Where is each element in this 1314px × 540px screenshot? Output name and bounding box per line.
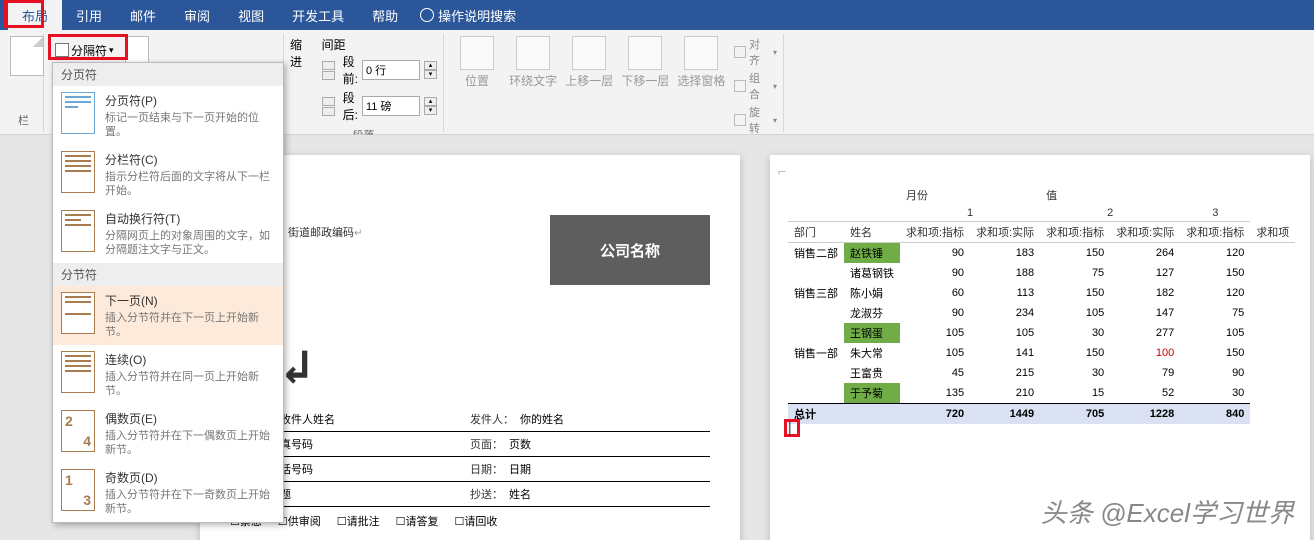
continuous-icon — [61, 351, 95, 393]
position-button[interactable]: 位置 — [450, 36, 504, 89]
dd-next-page[interactable]: 下一页(N)插入分节符并在下一页上开始新节。 — [53, 286, 283, 345]
page-2: ⌐ 月份值 123 部门姓名求和项:指标求和项:实际求和项:指标求和项:实际求和… — [770, 155, 1310, 540]
text-wrap-icon — [61, 210, 95, 252]
even-page-icon: 24 — [61, 410, 95, 452]
text-cursor: | — [788, 419, 792, 435]
dd-even-page[interactable]: 24 偶数页(E)插入分节符并在下一偶数页上开始新节。 — [53, 404, 283, 463]
bring-forward-button[interactable]: 上移一层 — [562, 36, 616, 89]
table-row: 于予菊135210155230 — [788, 383, 1295, 404]
position-icon — [460, 36, 494, 70]
table-row: 王富贵45215307990 — [788, 363, 1295, 383]
table-row: 诸葛钢铁9018875127150 — [788, 263, 1295, 283]
selection-pane-button[interactable]: 选择窗格 — [674, 36, 728, 89]
tell-me-search[interactable]: 操作说明搜索 — [420, 6, 516, 25]
align-button[interactable]: 对齐▾ — [734, 36, 777, 68]
rotate-icon — [734, 114, 746, 126]
dd-odd-page[interactable]: 13 奇数页(D)插入分节符并在下一奇数页上开始新节。 — [53, 463, 283, 522]
indent-label: 缩进 — [290, 38, 302, 69]
checkbox-row: ☐紧急 ☐供审阅 ☐请批注 ☐请答复 ☐请回收 — [230, 507, 710, 535]
dd-section-sectionbreaks: 分节符 — [53, 263, 283, 286]
space-before-input[interactable] — [362, 60, 420, 80]
crop-mark: ⌐ — [778, 163, 786, 179]
spacing-label: 间距 — [322, 38, 346, 52]
next-page-icon — [61, 292, 95, 334]
tab-help[interactable]: 帮助 — [358, 0, 412, 31]
fax-fields: 收件人：收件人姓名发件人：你的姓名 传真：传真号码页面：页数 电话：电话号码日期… — [230, 407, 710, 507]
wrap-icon — [516, 36, 550, 70]
dd-section-pagebreaks: 分页符 — [53, 63, 283, 86]
dd-page-break[interactable]: 分页符(P)标记一页结束与下一页开始的位置。 — [53, 86, 283, 145]
columns-icon[interactable] — [10, 36, 44, 76]
spin-up[interactable]: ▴ — [424, 61, 437, 70]
dd-continuous[interactable]: 连续(O)插入分节符并在同一页上开始新节。 — [53, 345, 283, 404]
dd-text-wrapping[interactable]: 自动换行符(T)分隔网页上的对象周围的文字，如分隔题注文字与正文。 — [53, 204, 283, 263]
space-before-label: 段前: — [343, 53, 358, 87]
line-numbers-icon[interactable] — [125, 36, 149, 64]
backward-icon — [628, 36, 662, 70]
space-after-label: 段后: — [343, 89, 358, 123]
align-icon — [734, 46, 746, 58]
fax-title: 真↲ — [230, 327, 710, 397]
table-total-row: 总计72014497051228840 — [788, 404, 1295, 425]
ribbon-tabs: 布局 引用 邮件 审阅 视图 开发工具 帮助 操作说明搜索 — [0, 0, 1314, 30]
column-break-icon — [61, 151, 95, 193]
forward-icon — [572, 36, 606, 70]
send-backward-button[interactable]: 下移一层 — [618, 36, 672, 89]
company-name-box: 公司名称 — [550, 215, 710, 285]
spin-up[interactable]: ▴ — [424, 97, 437, 106]
table-row: 销售一部朱大常105141150100150 — [788, 343, 1295, 363]
spin-down[interactable]: ▾ — [424, 70, 437, 79]
selection-icon — [684, 36, 718, 70]
wrap-text-button[interactable]: 环绕文字 — [506, 36, 560, 89]
space-after-input[interactable] — [362, 96, 420, 116]
table-row: 销售三部陈小娟60113150182120 — [788, 283, 1295, 303]
breaks-dropdown: 分页符 分页符(P)标记一页结束与下一页开始的位置。 分栏符(C)指示分栏符后面… — [52, 62, 284, 523]
tab-view[interactable]: 视图 — [224, 0, 278, 31]
odd-page-icon: 13 — [61, 469, 95, 511]
dd-column-break[interactable]: 分栏符(C)指示分栏符后面的文字将从下一栏开始。 — [53, 145, 283, 204]
lightbulb-icon — [420, 8, 434, 22]
tab-mailings[interactable]: 邮件 — [116, 0, 170, 31]
watermark: 头条 @Excel学习世界 — [1041, 493, 1294, 530]
table-row: 龙淑芬9023410514775 — [788, 303, 1295, 323]
spin-down[interactable]: ▾ — [424, 106, 437, 115]
tab-review[interactable]: 审阅 — [170, 0, 224, 31]
pivot-table: 月份值 123 部门姓名求和项:指标求和项:实际求和项:指标求和项:实际求和项:… — [788, 185, 1295, 424]
tab-developer[interactable]: 开发工具 — [278, 0, 358, 31]
table-row: 王钢蛋10510530277105 — [788, 323, 1295, 343]
group-icon — [734, 80, 746, 92]
highlight-tab — [4, 0, 44, 28]
tab-references[interactable]: 引用 — [62, 0, 116, 31]
page-break-icon — [61, 92, 95, 134]
highlight-cursor — [784, 419, 800, 437]
rotate-button[interactable]: 旋转▾ — [734, 104, 777, 136]
group-button[interactable]: 组合▾ — [734, 70, 777, 102]
table-row: 销售二部赵铁锤90183150264120 — [788, 243, 1295, 264]
columns-label: 栏 — [10, 110, 37, 130]
highlight-breaks — [48, 34, 128, 60]
